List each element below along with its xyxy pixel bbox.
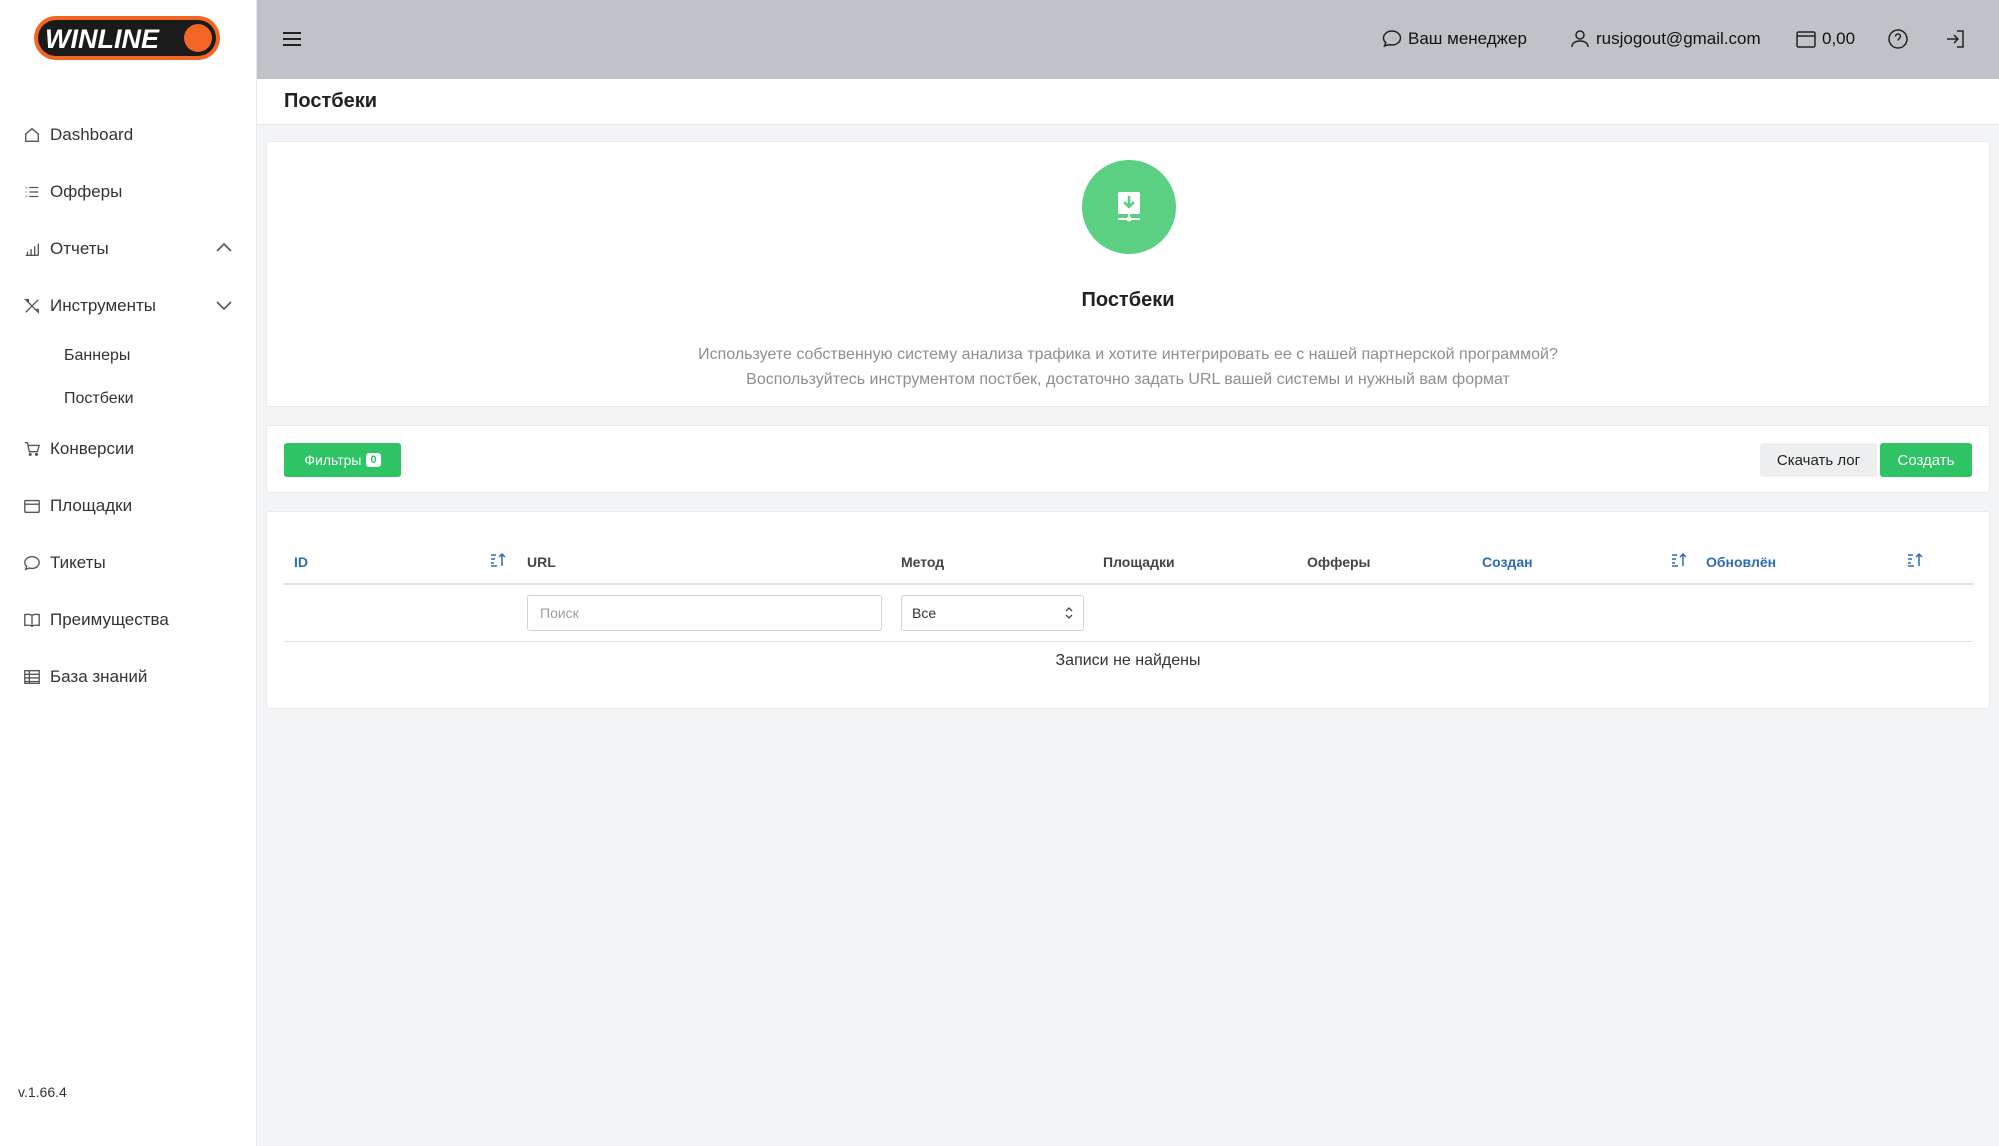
chevron-up-icon[interactable] bbox=[215, 239, 233, 257]
book-icon bbox=[22, 610, 42, 630]
sidebar-item-label: База знаний bbox=[50, 666, 148, 686]
column-header-id[interactable]: ID bbox=[294, 554, 308, 570]
column-header-url: URL bbox=[527, 554, 556, 570]
column-header-offers: Офферы bbox=[1307, 554, 1371, 570]
tools-icon bbox=[22, 296, 42, 316]
sidebar-item-label: Офферы bbox=[50, 181, 123, 201]
chart-icon bbox=[22, 239, 42, 259]
topbar: Ваш менеджер rusjogout@gmail.com 0,00 bbox=[257, 0, 1999, 79]
manager-button[interactable]: Ваш менеджер bbox=[1381, 25, 1527, 53]
list-icon bbox=[22, 182, 42, 202]
balance-value: 0,00 bbox=[1822, 29, 1856, 48]
column-header-method: Метод bbox=[901, 554, 945, 570]
filters-button[interactable]: Фильтры 0 bbox=[284, 443, 401, 477]
sidebar-item-label: Площадки bbox=[50, 495, 133, 515]
cart-icon bbox=[22, 439, 42, 459]
sidebar-item-label: Тикеты bbox=[50, 552, 106, 572]
hero-description: Используете собственную систему анализа … bbox=[267, 342, 1989, 392]
filters-label: Фильтры bbox=[304, 452, 362, 468]
app-version: v.1.66.4 bbox=[18, 1084, 67, 1100]
wallet-icon bbox=[1796, 31, 1816, 48]
postbacks-intro-card: Постбеки Используете собственную систему… bbox=[266, 141, 1990, 407]
postbacks-table: ID URL Метод Площадки Офферы Создан Обно… bbox=[266, 511, 1990, 709]
column-header-created[interactable]: Создан bbox=[1482, 554, 1533, 570]
select-caret-icon bbox=[1065, 607, 1073, 619]
question-icon bbox=[1888, 29, 1908, 49]
manager-label: Ваш менеджер bbox=[1408, 29, 1527, 48]
sidebar-item-knowledge-base[interactable]: База знаний bbox=[0, 648, 257, 705]
hero-description-line: Используете собственную систему анализа … bbox=[698, 346, 1558, 363]
sidebar-item-label: Dashboard bbox=[50, 124, 134, 144]
sidebar-item-label: Отчеты bbox=[50, 238, 109, 258]
column-header-platforms: Площадки bbox=[1103, 554, 1175, 570]
sidebar-item-offers[interactable]: Офферы bbox=[0, 163, 257, 220]
hero-title: Постбеки bbox=[1081, 289, 1175, 311]
sidebar-item-reports[interactable]: Отчеты bbox=[0, 220, 257, 277]
sidebar-item-label: Преимущества bbox=[50, 609, 169, 629]
help-button[interactable] bbox=[1887, 25, 1914, 53]
sidebar-item-label: Конверсии bbox=[50, 438, 134, 458]
actions-toolbar: Фильтры 0 Скачать лог Создать bbox=[266, 425, 1990, 493]
hero-description-line: Воспользуйтесь инструментом постбек, дос… bbox=[746, 371, 1510, 388]
page-header: Постбеки bbox=[257, 79, 1999, 125]
logout-button[interactable] bbox=[1944, 25, 1971, 53]
page-title: Постбеки bbox=[284, 90, 378, 112]
method-select[interactable]: Все bbox=[901, 595, 1084, 631]
balance[interactable]: 0,00 bbox=[1795, 25, 1855, 53]
download-icon bbox=[1082, 160, 1176, 254]
sidebar-subitem-postbacks[interactable]: Постбеки bbox=[0, 377, 257, 420]
logo-text: WINLINE bbox=[45, 24, 160, 54]
url-search-input[interactable] bbox=[527, 595, 882, 631]
window-icon bbox=[22, 496, 42, 516]
chevron-down-icon[interactable] bbox=[215, 296, 233, 314]
chat-icon bbox=[22, 553, 42, 573]
user-email: rusjogout@gmail.com bbox=[1596, 29, 1761, 48]
sidebar-item-advantages[interactable]: Преимущества bbox=[0, 591, 257, 648]
sort-icon[interactable] bbox=[490, 552, 506, 568]
sidebar-subitem-banners[interactable]: Баннеры bbox=[0, 334, 257, 377]
download-log-button[interactable]: Скачать лог bbox=[1760, 443, 1877, 477]
table-icon bbox=[22, 667, 42, 687]
user-icon bbox=[1571, 30, 1589, 48]
column-header-updated[interactable]: Обновлён bbox=[1706, 554, 1776, 570]
user-menu[interactable]: rusjogout@gmail.com bbox=[1569, 25, 1761, 53]
sidebar-item-conversions[interactable]: Конверсии bbox=[0, 420, 257, 477]
home-icon bbox=[22, 125, 42, 145]
sort-icon[interactable] bbox=[1671, 552, 1687, 568]
method-select-value: Все bbox=[912, 605, 937, 621]
create-button[interactable]: Создать bbox=[1880, 443, 1972, 477]
menu-toggle-icon[interactable] bbox=[281, 28, 303, 50]
sidebar-item-tickets[interactable]: Тикеты bbox=[0, 534, 257, 591]
chat-icon bbox=[1382, 30, 1402, 48]
table-filter-row: Все bbox=[284, 585, 1973, 642]
winline-logo[interactable]: WINLINE bbox=[33, 14, 223, 62]
sidebar-item-label: Инструменты bbox=[50, 295, 157, 315]
sidebar-item-dashboard[interactable]: Dashboard bbox=[0, 106, 257, 163]
filters-count-badge: 0 bbox=[366, 453, 381, 467]
empty-state-message: Записи не найдены bbox=[1055, 652, 1201, 669]
sidebar-nav: Dashboard Офферы Отчеты Инструменты Банн… bbox=[0, 106, 257, 705]
logout-icon bbox=[1947, 30, 1964, 48]
table-header: ID URL Метод Площадки Офферы Создан Обно… bbox=[284, 530, 1973, 585]
sidebar: WINLINE Dashboard Офферы Отчеты Инструме… bbox=[0, 0, 257, 1146]
sort-icon[interactable] bbox=[1907, 552, 1923, 568]
sidebar-item-platforms[interactable]: Площадки bbox=[0, 477, 257, 534]
sidebar-item-tools[interactable]: Инструменты bbox=[0, 277, 257, 334]
